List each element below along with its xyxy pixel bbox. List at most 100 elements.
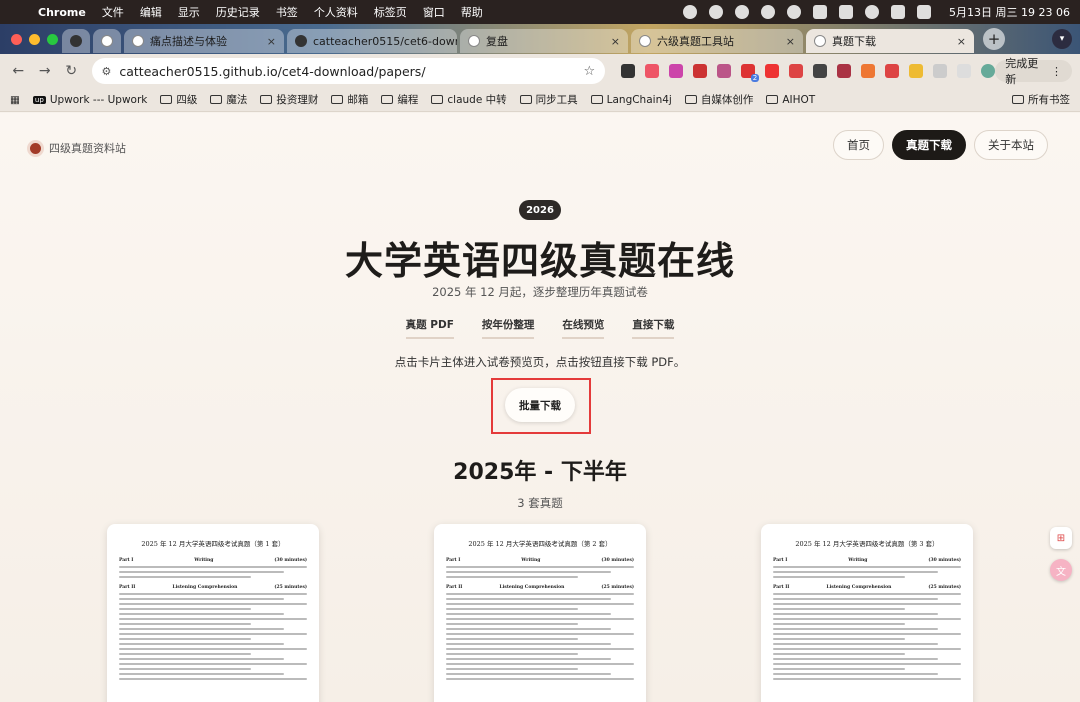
more-menu-icon: ⋮: [1051, 64, 1063, 78]
extension-icon[interactable]: [765, 64, 780, 78]
extension-icon[interactable]: [813, 64, 828, 78]
bookmark-label: claude 中转: [447, 94, 507, 106]
card-part-row: Part II Listening Comprehension (25 minute…: [773, 585, 961, 590]
bookmark-folder-sync[interactable]: 同步工具: [519, 92, 578, 107]
bookmark-folder-langchain[interactable]: LangChain4j: [590, 94, 672, 106]
extension-icon[interactable]: [789, 64, 804, 78]
control-center-icon[interactable]: [891, 5, 906, 19]
bookmark-folder-aihot[interactable]: AIHOT: [766, 94, 815, 106]
extension-icon[interactable]: [717, 64, 732, 78]
menu-view[interactable]: 显示: [178, 4, 200, 20]
new-tab-button[interactable]: +: [983, 28, 1005, 50]
close-window-button[interactable]: [11, 33, 22, 45]
play-icon[interactable]: [761, 5, 776, 19]
menu-file[interactable]: 文件: [102, 4, 124, 20]
bookmark-label: 投资理财: [276, 94, 319, 106]
forward-arrow-icon[interactable]: →: [35, 63, 56, 79]
back-arrow-icon[interactable]: ←: [8, 63, 29, 79]
site-brand[interactable]: 四级真题资料站: [30, 140, 126, 156]
all-bookmarks[interactable]: 所有书签: [1012, 92, 1070, 107]
menu-tabs[interactable]: 标签页: [374, 4, 407, 20]
extension-icon[interactable]: [621, 64, 636, 78]
paper-card-3[interactable]: 2025 年 12 月大学英语四级考试真题（第 3 套） Part I Writi…: [761, 524, 973, 702]
card-part-row: Part I Writing (30 minutes): [446, 558, 634, 563]
menu-app-name[interactable]: Chrome: [38, 6, 86, 19]
side-widget-icon[interactable]: ⊞: [1050, 527, 1072, 549]
bookmark-folder-investing[interactable]: 投资理财: [260, 92, 318, 107]
nav-about[interactable]: 关于本站: [974, 130, 1048, 160]
folder-icon: [519, 95, 532, 104]
openai-icon[interactable]: [683, 5, 698, 19]
wifi-icon[interactable]: [865, 5, 880, 19]
menu-edit[interactable]: 编辑: [140, 4, 162, 20]
tab-review[interactable]: 复盘 ×: [460, 29, 628, 53]
address-bar[interactable]: ⚙ catteacher0515.github.io/cet4-download…: [91, 58, 606, 84]
sidebar-toggle-icon[interactable]: [957, 64, 972, 78]
timer-icon[interactable]: [735, 5, 750, 19]
chatgpt-icon: [101, 35, 113, 47]
tab-cet6-tools[interactable]: 六级真题工具站 ×: [631, 29, 803, 53]
tab-paper-download[interactable]: 真题下载 ×: [806, 29, 974, 53]
close-tab-icon[interactable]: ×: [611, 35, 620, 48]
menu-history[interactable]: 历史记录: [216, 4, 260, 20]
bookmark-upwork[interactable]: up Upwork --- Upwork: [32, 94, 147, 106]
close-tab-icon[interactable]: ×: [267, 35, 276, 48]
menu-help[interactable]: 帮助: [461, 4, 483, 20]
folder-icon: [160, 95, 173, 104]
pinned-tab-github[interactable]: [62, 29, 90, 53]
close-tab-icon[interactable]: ×: [786, 35, 795, 48]
menu-window[interactable]: 窗口: [423, 4, 445, 20]
bookmark-star-icon[interactable]: ☆: [584, 64, 596, 79]
bluetooth-icon[interactable]: [813, 5, 828, 19]
avatar[interactable]: [981, 64, 996, 78]
site-info-icon[interactable]: ⚙: [102, 65, 112, 78]
card-part-row: Part II Listening Comprehension (25 minute…: [119, 585, 307, 590]
extension-icon[interactable]: [885, 64, 900, 78]
zoom-window-button[interactable]: [47, 33, 58, 45]
part-time: (30 minutes): [928, 558, 961, 563]
extension-badge-icon[interactable]: 2: [741, 64, 760, 82]
tab-pain-points[interactable]: 痛点描述与体验 ×: [124, 29, 284, 53]
extension-icon[interactable]: [645, 64, 660, 78]
paper-card-1[interactable]: 2025 年 12 月大学英语四级考试真题（第 1 套） Part I Writi…: [107, 524, 319, 702]
chatgpt-icon: [468, 35, 480, 47]
bookmark-folder-mail[interactable]: 邮箱: [331, 92, 368, 107]
puzzle-icon[interactable]: [933, 64, 948, 78]
update-button[interactable]: 完成更新 ⋮: [995, 57, 1073, 86]
extension-icon[interactable]: [693, 64, 708, 78]
extension-icon[interactable]: [861, 64, 876, 78]
part-time: (25 minutes): [601, 585, 634, 590]
address-url[interactable]: catteacher0515.github.io/cet4-download/p…: [119, 64, 425, 79]
wechat-icon[interactable]: [709, 5, 724, 19]
translate-icon[interactable]: 文: [1050, 559, 1072, 581]
paper-card-2[interactable]: 2025 年 12 月大学英语四级考试真题（第 2 套） Part I Writi…: [434, 524, 646, 702]
bookmark-folder-magic[interactable]: 魔法: [210, 92, 247, 107]
part-label: Part I: [773, 558, 788, 563]
tab-github-repo[interactable]: catteacher0515/cet6-downlo ×: [287, 29, 457, 53]
close-tab-icon[interactable]: ×: [957, 35, 966, 48]
nav-home[interactable]: 首页: [833, 130, 884, 160]
extension-icon[interactable]: [669, 64, 684, 78]
menu-bookmarks[interactable]: 书签: [276, 4, 298, 20]
page-content: 四级真题资料站 首页 真题下载 关于本站 2026 大学英语四级真题在线 202…: [0, 113, 1080, 702]
tag-by-year: 按年份整理: [481, 317, 535, 339]
bookmark-folder-claude[interactable]: claude 中转: [431, 92, 507, 107]
minimize-window-button[interactable]: [29, 33, 40, 45]
bookmark-folder-coding[interactable]: 编程: [381, 92, 418, 107]
bookmark-folder-cet4[interactable]: 四级: [160, 92, 197, 107]
pinned-tab-chatgpt[interactable]: [93, 29, 121, 53]
menu-profile[interactable]: 个人资料: [314, 4, 358, 20]
extension-icon[interactable]: [909, 64, 924, 78]
bookmark-folder-media[interactable]: 自媒体创作: [684, 92, 753, 107]
tab-search-button[interactable]: ▾: [1052, 29, 1072, 49]
menubar-clock[interactable]: 5月13日 周三 19 23 06: [949, 4, 1070, 20]
batch-download-button[interactable]: 批量下载: [505, 388, 575, 422]
folder-icon: [210, 95, 223, 104]
extension-icon[interactable]: [837, 64, 852, 78]
apps-grid-icon[interactable]: ▦: [10, 94, 20, 106]
moon-icon[interactable]: [787, 5, 802, 19]
reload-icon[interactable]: ↻: [61, 63, 82, 79]
toggle-icon[interactable]: [917, 5, 932, 19]
app-s-icon[interactable]: [839, 5, 854, 19]
nav-paper-download[interactable]: 真题下载: [892, 130, 966, 160]
